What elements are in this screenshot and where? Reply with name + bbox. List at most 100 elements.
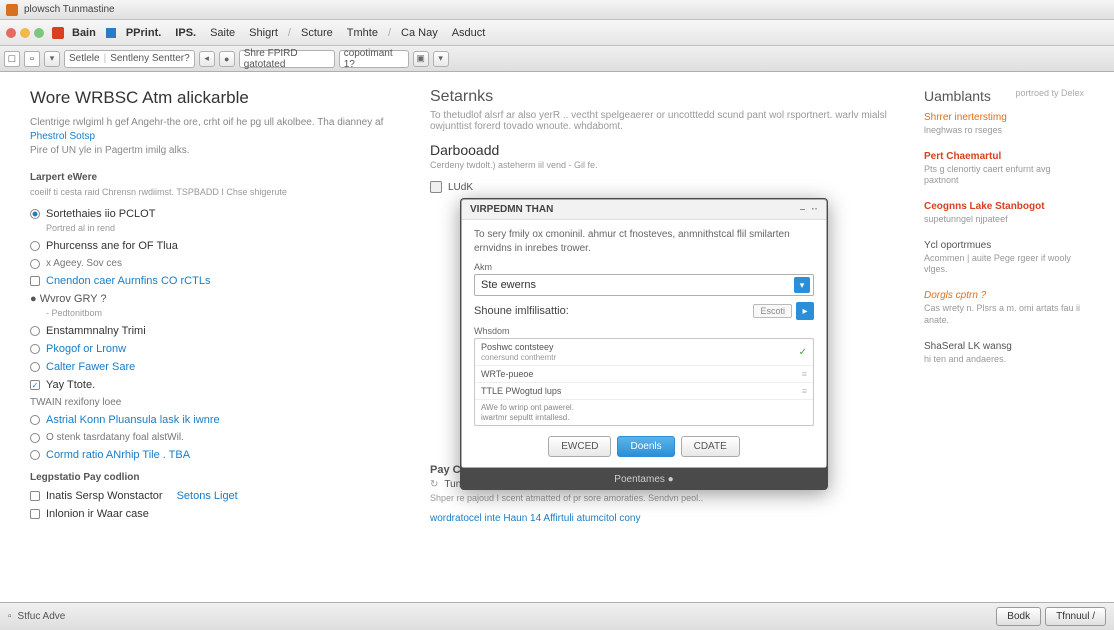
dialog-label: Shoune imlfilisattio:	[474, 305, 569, 317]
status-button[interactable]: Bodk	[996, 607, 1041, 626]
address-text: Shre FPIRD gatotated	[244, 48, 330, 70]
dialog-list-row[interactable]: TTLE PWogtud lups≡	[475, 383, 813, 400]
dropdown-icon[interactable]: ▾	[794, 277, 810, 293]
section-subtext: coeilf ti cesta raid Chrensn rwdiimst. T…	[30, 187, 400, 197]
list-item[interactable]: Cormd ratio ANrhip Tile . TBA	[30, 446, 400, 464]
traffic-max-icon[interactable]	[34, 28, 44, 38]
pay-subtext: Shper re pajoud I scent atmatted of pr s…	[430, 493, 894, 503]
menu-item[interactable]: Scture	[295, 24, 339, 42]
radio-icon[interactable]	[30, 209, 40, 219]
radio-icon[interactable]	[30, 362, 40, 372]
item-label: Inlonion ir Waar case	[46, 508, 149, 520]
list-item[interactable]: Inlonion ir Waar case	[30, 505, 400, 523]
check-icon[interactable]	[30, 491, 40, 501]
dashboard-sub: Cerdeny twdolt.) asteherm iil vend - Gil…	[430, 160, 894, 170]
list-item[interactable]: Yay Ttote.	[30, 376, 400, 394]
tab-1[interactable]: Setlele | Sentleny Sentter?	[64, 50, 195, 68]
radio-icon[interactable]	[30, 450, 40, 460]
menu-item[interactable]: PPrint.	[120, 24, 167, 42]
section-label: Larpert eWere	[30, 172, 400, 183]
drag-icon: ≡	[802, 386, 807, 396]
dialog-close-icon[interactable]: ··	[811, 204, 818, 215]
radio-icon[interactable]	[30, 259, 40, 269]
dialog-small-button[interactable]: Escoti	[753, 304, 792, 318]
tab-icon[interactable]: □	[4, 51, 20, 67]
menu-item[interactable]: Asduct	[446, 24, 492, 42]
dialog-description: To sery fmily ox cmoninil. ahmur ct fnos…	[474, 228, 814, 256]
dialog-min-icon[interactable]: –	[800, 204, 806, 215]
item-extra-link[interactable]: Setons Liget	[177, 490, 238, 502]
side-block: Pert ChaemartulPts g clenortiy caert enf…	[924, 151, 1084, 187]
forward-icon[interactable]: ●	[219, 51, 235, 67]
dialog-action-icon[interactable]: ▸	[796, 302, 814, 320]
status-icon: ▫	[8, 611, 12, 622]
back-icon[interactable]: ◂	[199, 51, 215, 67]
dropdown-icon[interactable]: ▾	[44, 51, 60, 67]
side-text: lneghwas ro rseges	[924, 125, 1084, 137]
dashboard-heading: Darbooadd	[430, 142, 894, 158]
right-column: Uamblants Shrrer inerterstimglneghwas ro…	[924, 88, 1084, 524]
check-icon[interactable]	[30, 276, 40, 286]
radio-icon[interactable]	[30, 415, 40, 425]
dashboard-row[interactable]: LUdK	[430, 178, 894, 196]
side-text: supetunngel njpateef	[924, 214, 1084, 226]
radio-icon[interactable]	[30, 344, 40, 354]
list-item[interactable]: Cnendon caer Aurnfins CO rCTLs	[30, 272, 400, 290]
list-item[interactable]: x Ageey. Sov ces	[30, 255, 400, 272]
menu-icon	[106, 28, 116, 38]
side-link[interactable]: ShaSeral LK wansg	[924, 341, 1084, 352]
dialog-list: Poshwc contsteeyconersund conthemtr✓WRTe…	[474, 338, 814, 426]
check-icon: ✓	[799, 347, 807, 358]
list-item[interactable]: Sortethaies iio PCLOT	[30, 205, 400, 223]
intro-link[interactable]: Phestrol Sotsp	[30, 131, 95, 142]
dialog-primary-button[interactable]: Doenls	[617, 436, 674, 457]
dialog-list-row[interactable]: Poshwc contsteeyconersund conthemtr✓	[475, 339, 813, 366]
dialog-list-row[interactable]: AWe fo wrinp ont pawerel.iwartmr sepultt…	[475, 400, 813, 425]
dashboard-row-label: LUdK	[448, 182, 473, 193]
list-item: ● Wvrov GRY ?	[30, 290, 400, 308]
menu-sep: /	[388, 27, 391, 39]
item-label: Sortethaies iio PCLOT	[46, 208, 155, 220]
side-text: Acommen | auite Pege rgeer if wooly vlge…	[924, 253, 1084, 276]
radio-icon[interactable]	[30, 433, 40, 443]
page-text: copotimant 1?	[344, 48, 404, 70]
menu-item[interactable]: Bain	[66, 24, 102, 42]
traffic-min-icon[interactable]	[20, 28, 30, 38]
list-item[interactable]: Astrial Konn Pluansula lask ik iwnre	[30, 411, 400, 429]
menu-item[interactable]: Saite	[204, 24, 241, 42]
dialog-main-input[interactable]: ▾	[474, 274, 814, 296]
dialog-input-field[interactable]	[475, 279, 791, 291]
address-field[interactable]: Shre FPIRD gatotated	[239, 50, 335, 68]
item-label: Enstammnalny Trimi	[46, 325, 146, 337]
list-item[interactable]: Inatis Sersp WonstactorSetons Liget	[30, 487, 400, 505]
more-icon[interactable]: ▾	[433, 51, 449, 67]
check-icon[interactable]	[30, 380, 40, 390]
side-link[interactable]: Ceognns Lake Stanbogot	[924, 201, 1084, 212]
menu-item[interactable]: Tmhte	[341, 24, 384, 42]
bottom-link[interactable]: wordratocel inte Haun 14 Affirtuli atumc…	[430, 513, 894, 524]
menu-item[interactable]: Shigrt	[243, 24, 284, 42]
dialog-cancel-button[interactable]: EWCED	[548, 436, 611, 457]
list-item[interactable]: O stenk tasrdatany foal alstWil.	[30, 429, 400, 446]
traffic-close-icon[interactable]	[6, 28, 16, 38]
radio-icon[interactable]	[30, 241, 40, 251]
menu-item[interactable]: IPS.	[169, 24, 202, 42]
check-icon[interactable]	[30, 509, 40, 519]
list-item[interactable]: Phurcenss ane for OF Tlua	[30, 237, 400, 255]
side-link[interactable]: Pert Chaemartul	[924, 151, 1084, 162]
side-link[interactable]: Shrrer inerterstimg	[924, 112, 1084, 123]
checkbox-icon[interactable]	[430, 181, 442, 193]
dialog-create-button[interactable]: CDATE	[681, 436, 740, 457]
page-field[interactable]: copotimant 1?	[339, 50, 409, 68]
tab-icon[interactable]: ▫	[24, 51, 40, 67]
side-link[interactable]: Ycl oportrmues	[924, 240, 1084, 251]
radio-icon[interactable]	[30, 326, 40, 336]
status-button[interactable]: Tfnnuul /	[1045, 607, 1106, 626]
list-item[interactable]: Pkogof or Lronw	[30, 340, 400, 358]
menu-item[interactable]: Ca Nay	[395, 24, 444, 42]
dialog-list-row[interactable]: WRTe-pueoe≡	[475, 366, 813, 383]
list-item[interactable]: Calter Fawer Sare	[30, 358, 400, 376]
list-item[interactable]: Enstammnalny Trimi	[30, 322, 400, 340]
reload-icon[interactable]: ▣	[413, 51, 429, 67]
side-link[interactable]: Dorgls cptrn ?	[924, 290, 1084, 301]
